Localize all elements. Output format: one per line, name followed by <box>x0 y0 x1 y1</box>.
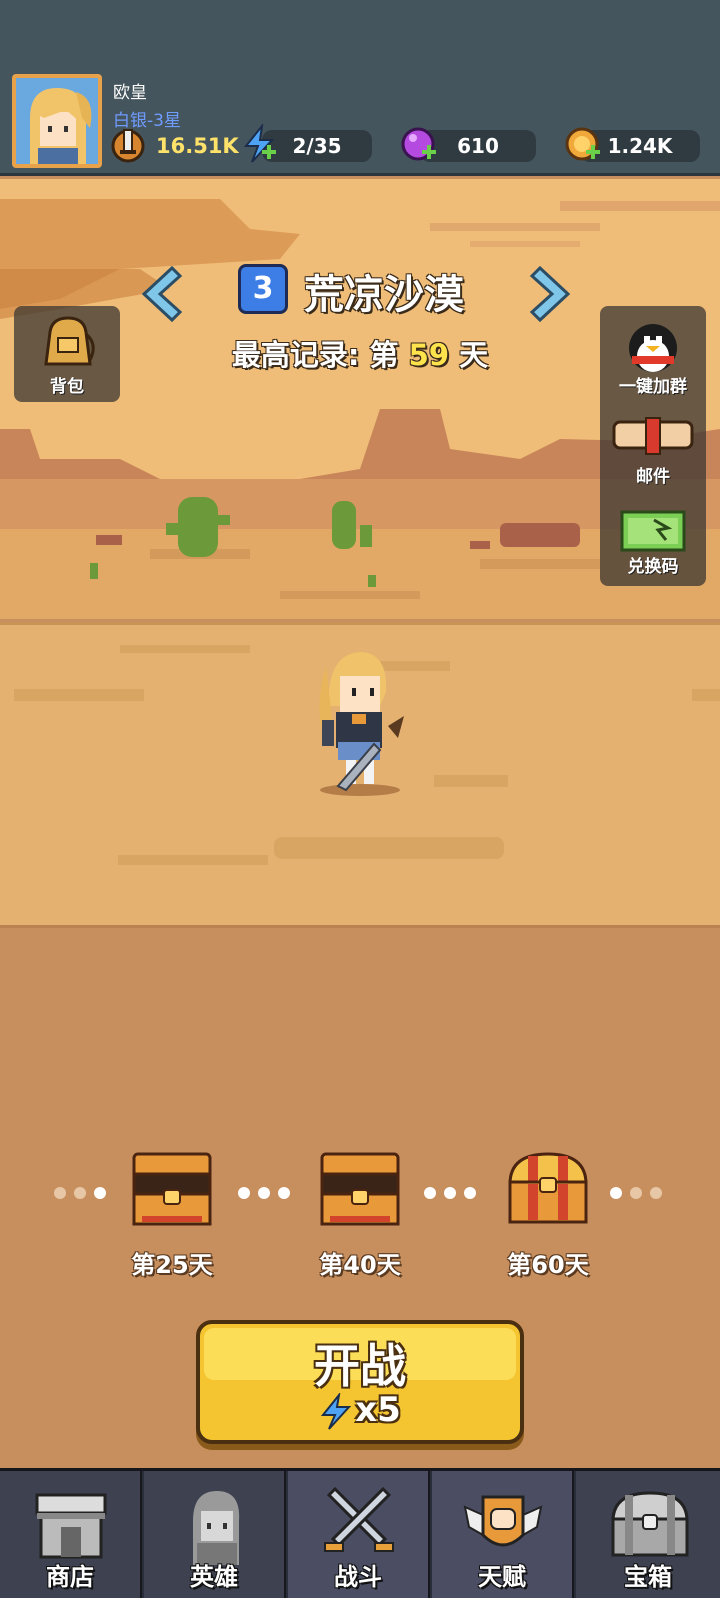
tab-heroes-label: 英雄 <box>190 1563 238 1591</box>
reward-day-40-label: 第40天 <box>319 1251 401 1279</box>
penguin-icon <box>629 324 677 372</box>
shop-icon <box>35 1493 107 1559</box>
player-avatar[interactable] <box>12 74 102 168</box>
progress-dot <box>630 1187 642 1199</box>
tab-shop-label: 商店 <box>46 1563 94 1591</box>
progress-dot <box>610 1187 622 1199</box>
battle-cost-value: x5 <box>355 1390 401 1430</box>
opened-chest-icon[interactable] <box>130 1150 214 1230</box>
energy-cost-icon <box>321 1392 352 1430</box>
opened-chest-icon[interactable] <box>318 1150 402 1230</box>
mail-button[interactable]: 邮件 <box>600 410 706 494</box>
start-battle-button[interactable]: 开战 x5 <box>196 1320 524 1444</box>
progress-dot <box>444 1187 456 1199</box>
gold-add-icon[interactable] <box>564 124 604 164</box>
backpack-button[interactable]: 背包 <box>14 306 120 402</box>
progress-dots-1 <box>54 1184 114 1199</box>
combat-power-icon <box>111 129 145 163</box>
stage-number-badge: 3 <box>238 264 288 314</box>
stage-name: 荒凉沙漠 <box>304 272 464 318</box>
reward-day-25-label: 第25天 <box>131 1251 213 1279</box>
redeem-code-label: 兑换码 <box>627 557 679 577</box>
gem-add-icon[interactable] <box>400 124 440 164</box>
mail-scroll-icon <box>612 417 694 455</box>
player-name: 欧皇 <box>113 83 147 103</box>
tab-talent-label: 天赋 <box>478 1563 526 1591</box>
progress-dot <box>94 1187 106 1199</box>
backpack-icon <box>44 316 95 366</box>
mail-label: 邮件 <box>636 467 670 487</box>
progress-dot <box>424 1187 436 1199</box>
tab-chest[interactable]: 宝箱 <box>576 1471 720 1598</box>
tab-heroes[interactable]: 英雄 <box>144 1471 286 1598</box>
join-group-button[interactable]: 一键加群 <box>600 310 706 397</box>
progress-dots-2 <box>238 1184 298 1199</box>
battle-cost: x5 <box>200 1390 520 1431</box>
reward-day-60-label: 第60天 <box>507 1251 589 1279</box>
tab-shop[interactable]: 商店 <box>0 1471 142 1598</box>
energy-add-icon[interactable] <box>240 124 280 164</box>
tab-chest-label: 宝箱 <box>624 1563 672 1591</box>
talent-fist-icon <box>463 1495 543 1547</box>
record-suffix: 天 <box>459 338 489 372</box>
redeem-code-button[interactable]: 兑换码 <box>600 500 706 584</box>
progress-dots-4 <box>610 1184 670 1199</box>
hero-sprite-icon[interactable] <box>308 646 416 798</box>
hero-portrait-icon <box>16 78 98 164</box>
treasure-chest-icon <box>611 1491 689 1557</box>
progress-dot <box>74 1187 86 1199</box>
progress-dot <box>238 1187 250 1199</box>
closed-chest-icon[interactable] <box>506 1150 590 1230</box>
hero-silhouette-icon <box>193 1491 240 1565</box>
prev-stage-arrow-icon[interactable] <box>136 264 184 324</box>
progress-dots-3 <box>424 1184 484 1199</box>
crossed-swords-icon <box>324 1486 394 1552</box>
progress-dot <box>650 1187 662 1199</box>
join-group-label: 一键加群 <box>619 377 687 397</box>
backpack-label: 背包 <box>50 377 84 397</box>
combat-power-value: 16.51K <box>156 134 239 158</box>
progress-dot <box>54 1187 66 1199</box>
record-day: 59 <box>408 338 450 372</box>
tab-talent[interactable]: 天赋 <box>432 1471 574 1598</box>
next-stage-arrow-icon[interactable] <box>528 264 576 324</box>
tab-battle[interactable]: 战斗 <box>288 1471 430 1598</box>
tab-battle-label: 战斗 <box>334 1563 382 1591</box>
record-prefix: 最高记录: 第 <box>231 338 399 372</box>
progress-dot <box>258 1187 270 1199</box>
ticket-icon <box>620 510 686 552</box>
progress-dot <box>278 1187 290 1199</box>
progress-dot <box>464 1187 476 1199</box>
battle-title: 开战 <box>314 1339 406 1393</box>
